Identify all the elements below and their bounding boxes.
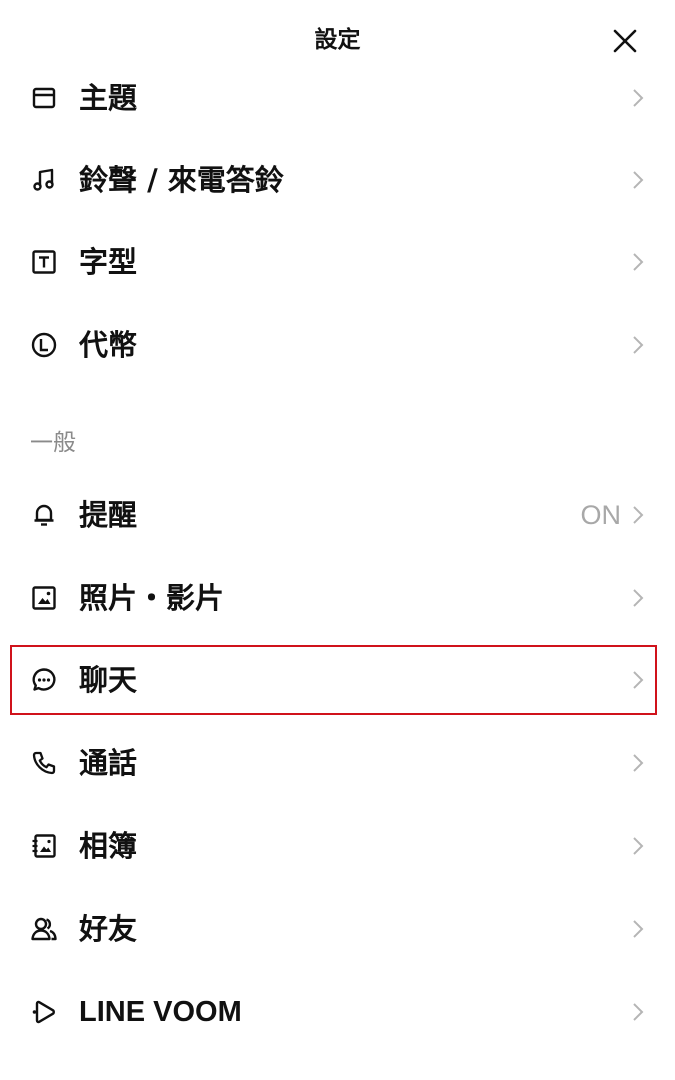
- settings-row-friends[interactable]: 好友: [0, 888, 675, 970]
- settings-row-albums[interactable]: 相簿: [0, 805, 675, 887]
- voom-icon: [30, 998, 58, 1026]
- chevron-right-icon: [631, 918, 645, 940]
- notifications-status-value: ON: [580, 500, 622, 530]
- settings-row-label: 照片・影片: [79, 581, 225, 615]
- settings-row-label: 鈴聲 / 來電答鈴: [79, 163, 284, 197]
- settings-row-label: LINE VOOM: [79, 996, 242, 1028]
- chevron-right-icon: [631, 752, 645, 774]
- chevron-right-icon: [631, 669, 645, 691]
- settings-row-label: 相簿: [79, 829, 138, 863]
- settings-row-line-voom[interactable]: LINE VOOM: [0, 971, 675, 1053]
- chat-bubble-icon: [30, 666, 58, 694]
- close-button[interactable]: [606, 22, 644, 60]
- settings-row-chats[interactable]: 聊天: [0, 639, 675, 721]
- close-icon: [613, 29, 637, 53]
- settings-row-notifications[interactable]: 提醒 ON: [0, 474, 675, 556]
- settings-row-label: 聊天: [79, 663, 138, 697]
- chevron-right-icon: [631, 1001, 645, 1023]
- settings-row-calls[interactable]: 通話: [0, 722, 675, 804]
- album-icon: [30, 832, 58, 860]
- music-note-icon: [30, 166, 58, 194]
- section-label-general: 一般: [30, 430, 76, 456]
- settings-row-label: 通話: [79, 746, 138, 780]
- settings-row-label: 提醒: [79, 498, 138, 532]
- friends-icon: [30, 915, 58, 943]
- chevron-right-icon: [631, 835, 645, 857]
- settings-row-label: 字型: [79, 245, 138, 279]
- settings-row-label: 好友: [79, 912, 138, 946]
- chevron-right-icon: [631, 334, 645, 356]
- settings-row-ringtone[interactable]: 鈴聲 / 來電答鈴: [0, 139, 675, 221]
- chevron-right-icon: [631, 251, 645, 273]
- phone-icon: [30, 749, 58, 777]
- coin-icon: [30, 331, 58, 359]
- chevron-right-icon: [631, 169, 645, 191]
- settings-row-photos-videos[interactable]: 照片・影片: [0, 557, 675, 639]
- settings-row-font[interactable]: 字型: [0, 221, 675, 303]
- chevron-right-icon: [631, 504, 645, 526]
- settings-row-label: 代幣: [79, 328, 138, 362]
- settings-row-coins[interactable]: 代幣: [0, 304, 675, 386]
- bell-icon: [30, 501, 58, 529]
- chevron-right-icon: [631, 87, 645, 109]
- chevron-right-icon: [631, 587, 645, 609]
- photo-icon: [30, 584, 58, 612]
- settings-header: 設定: [0, 0, 675, 82]
- font-icon: [30, 248, 58, 276]
- theme-icon: [30, 84, 58, 112]
- page-title: 設定: [314, 27, 361, 53]
- settings-row-label: 主題: [79, 81, 138, 115]
- settings-sheet: 主題 鈴聲 / 來電答鈴 字型 代幣 一般 提醒 ON 照片・影片 聊天 通話 …: [0, 0, 675, 1080]
